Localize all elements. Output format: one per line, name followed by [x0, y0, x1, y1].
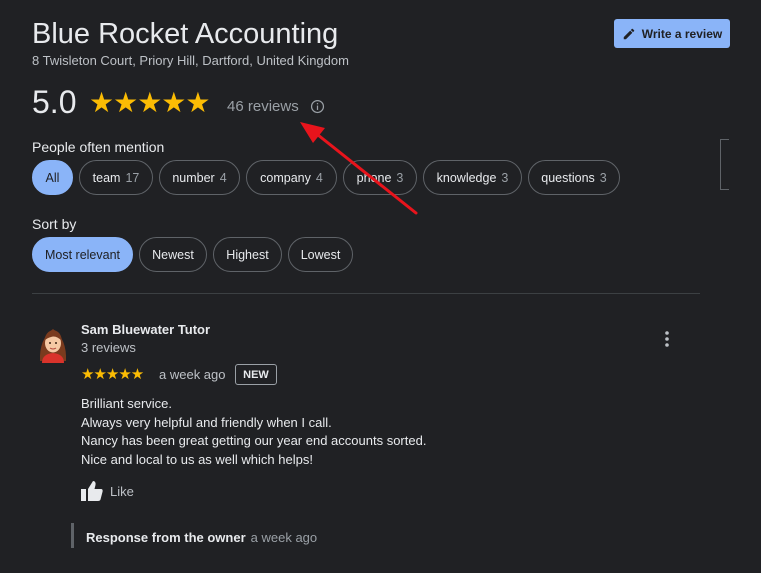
review-text-line: Nice and local to us as well which helps…: [81, 452, 313, 467]
chip-label: team: [92, 170, 121, 185]
review-date: a week ago: [159, 367, 226, 382]
chip-questions[interactable]: questions 3: [528, 160, 620, 195]
write-review-label: Write a review: [641, 26, 723, 41]
owner-response: Response from the owner a week ago: [86, 530, 317, 545]
chip-label: questions: [541, 170, 595, 185]
response-date: a week ago: [250, 530, 318, 545]
reviewer-name[interactable]: Sam Bluewater Tutor: [81, 322, 210, 337]
chip-label: company: [260, 170, 311, 185]
sort-lowest[interactable]: Lowest: [288, 237, 353, 272]
chip-count: 3: [599, 170, 607, 185]
chip-number[interactable]: number 4: [159, 160, 240, 195]
chip-label: All: [45, 170, 60, 185]
review-text-line: Brilliant service.: [81, 396, 173, 411]
review-text-line: Always very helpful and friendly when I …: [81, 415, 332, 430]
response-label: Response from the owner: [86, 530, 246, 545]
chip-knowledge[interactable]: knowledge 3: [423, 160, 522, 195]
like-label: Like: [110, 483, 134, 499]
response-bar: [71, 523, 74, 548]
chip-all[interactable]: All: [32, 160, 73, 195]
sort-option-label: Newest: [152, 247, 194, 262]
sort-option-label: Most relevant: [44, 247, 121, 262]
business-address: 8 Twisleton Court, Priory Hill, Dartford…: [32, 53, 349, 68]
thumbs-up-icon: [81, 481, 103, 501]
info-icon[interactable]: [310, 99, 325, 114]
chip-count: 4: [315, 170, 323, 185]
scroll-edge: [720, 139, 729, 190]
chip-count: 17: [125, 170, 140, 185]
chip-team[interactable]: team 17: [79, 160, 153, 195]
divider: [32, 293, 700, 294]
chip-label: knowledge: [436, 170, 497, 185]
chip-label: number: [172, 170, 215, 185]
avatar[interactable]: [36, 321, 70, 363]
review-count[interactable]: 46 reviews: [227, 98, 299, 115]
business-name: Blue Rocket Accounting: [32, 18, 339, 50]
pencil-icon: [623, 28, 635, 39]
chip-count: 3: [396, 170, 404, 185]
rating-value: 5.0: [32, 84, 77, 120]
chip-count: 3: [501, 170, 509, 185]
sort-option-label: Highest: [226, 247, 269, 262]
more-vert-icon[interactable]: [660, 329, 674, 349]
chip-count: 4: [219, 170, 227, 185]
reviewer-review-count: 3 reviews: [81, 340, 136, 355]
sort-label: Sort by: [32, 216, 77, 232]
review-text-line: Nancy has been great getting our year en…: [81, 433, 427, 448]
sort-option-label: Lowest: [300, 247, 341, 262]
write-review-button[interactable]: Write a review: [614, 19, 730, 48]
sort-newest[interactable]: Newest: [139, 237, 207, 272]
mentions-label: People often mention: [32, 139, 165, 155]
rating-stars: ★★★★★: [89, 87, 211, 118]
new-badge: NEW: [235, 364, 277, 385]
like-button[interactable]: Like: [80, 479, 134, 503]
sort-highest[interactable]: Highest: [213, 237, 282, 272]
chip-company[interactable]: company 4: [246, 160, 337, 195]
chip-phone[interactable]: phone 3: [343, 160, 417, 195]
review-stars: ★★★★★: [81, 366, 144, 383]
chip-label: phone: [356, 170, 392, 185]
sort-most-relevant[interactable]: Most relevant: [32, 237, 133, 272]
